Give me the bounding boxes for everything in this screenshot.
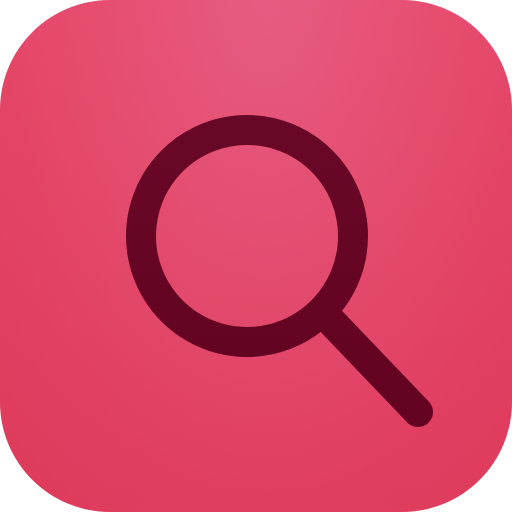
search-app-icon[interactable]: [0, 0, 512, 512]
search-icon: [126, 115, 433, 427]
magnifier-handle: [315, 305, 433, 427]
